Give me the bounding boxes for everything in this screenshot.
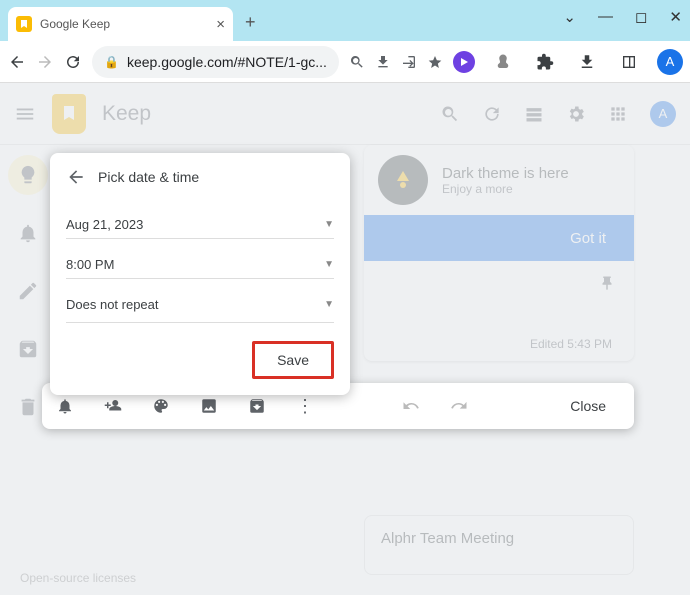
app-title: Keep xyxy=(102,102,151,126)
back-button[interactable] xyxy=(8,48,26,76)
more-icon[interactable]: ⋮ xyxy=(296,396,314,417)
redo-icon[interactable] xyxy=(450,397,468,415)
install-icon[interactable] xyxy=(375,48,391,76)
maximize-icon[interactable]: ◻ xyxy=(635,8,647,26)
minimize-icon[interactable]: — xyxy=(598,8,613,26)
remind-me-icon[interactable] xyxy=(56,397,74,415)
dropdown-arrow-icon: ▼ xyxy=(324,219,334,230)
repeat-value: Does not repeat xyxy=(66,297,159,312)
profile-avatar[interactable]: A xyxy=(657,49,683,75)
promo-subtitle: Enjoy a more xyxy=(442,182,569,196)
app-header: Keep A xyxy=(0,83,690,145)
date-value: Aug 21, 2023 xyxy=(66,217,143,232)
lock-icon: 🔒 xyxy=(104,55,119,69)
keep-logo xyxy=(52,94,86,134)
url-text: keep.google.com/#NOTE/1-gc... xyxy=(127,54,327,70)
tab-title: Google Keep xyxy=(40,17,216,31)
repeat-field[interactable]: Does not repeat ▼ xyxy=(66,289,334,318)
tab-close-icon[interactable]: × xyxy=(216,16,225,33)
promo-got-it-button[interactable]: Got it xyxy=(570,230,606,247)
note-title: Alphr Team Meeting xyxy=(381,530,617,547)
dropdown-arrow-icon: ▼ xyxy=(324,299,334,310)
media-play-icon[interactable] xyxy=(453,51,475,73)
background-options-icon[interactable] xyxy=(152,397,170,415)
search-icon[interactable] xyxy=(440,104,460,124)
list-view-icon[interactable] xyxy=(524,104,544,124)
window-dropdown-icon[interactable]: ⌄ xyxy=(563,8,576,26)
settings-icon[interactable] xyxy=(566,104,586,124)
share-icon[interactable] xyxy=(401,48,417,76)
nav-archive[interactable] xyxy=(8,329,48,369)
extension-icon-1[interactable] xyxy=(489,48,517,76)
dropdown-arrow-icon: ▼ xyxy=(324,259,334,270)
url-bar[interactable]: 🔒 keep.google.com/#NOTE/1-gc... xyxy=(92,46,339,78)
save-button[interactable]: Save xyxy=(252,341,334,379)
promo-card: Dark theme is here Enjoy a more Got it E… xyxy=(364,145,634,361)
reload-button[interactable] xyxy=(64,48,82,76)
refresh-icon[interactable] xyxy=(482,104,502,124)
url-search-icon[interactable] xyxy=(349,48,365,76)
browser-toolbar: 🔒 keep.google.com/#NOTE/1-gc... A ⋮ xyxy=(0,41,690,83)
downloads-icon[interactable] xyxy=(573,48,601,76)
extensions-icon[interactable] xyxy=(531,48,559,76)
promo-title: Dark theme is here xyxy=(442,165,569,182)
account-avatar[interactable]: A xyxy=(650,101,676,127)
pick-date-time-modal: Pick date & time Aug 21, 2023 ▼ 8:00 PM … xyxy=(50,153,350,395)
collaborator-icon[interactable] xyxy=(104,397,122,415)
menu-icon[interactable] xyxy=(14,103,36,125)
licenses-link[interactable]: Open-source licenses xyxy=(20,571,136,585)
edited-timestamp: Edited 5:43 PM xyxy=(530,337,612,351)
apps-icon[interactable] xyxy=(608,104,628,124)
close-window-icon[interactable]: ✕ xyxy=(669,8,682,26)
back-arrow-icon[interactable] xyxy=(66,167,86,187)
forward-button[interactable] xyxy=(36,48,54,76)
promo-image xyxy=(378,155,428,205)
archive-icon[interactable] xyxy=(248,397,266,415)
browser-tab[interactable]: Google Keep × xyxy=(8,7,233,41)
bookmark-icon[interactable] xyxy=(427,48,443,76)
date-field[interactable]: Aug 21, 2023 ▼ xyxy=(66,209,334,239)
new-tab-button[interactable]: + xyxy=(245,12,256,33)
modal-title: Pick date & time xyxy=(98,169,199,185)
add-image-icon[interactable] xyxy=(200,397,218,415)
undo-icon[interactable] xyxy=(402,397,420,415)
time-field[interactable]: 8:00 PM ▼ xyxy=(66,249,334,279)
window-controls: ⌄ — ◻ ✕ xyxy=(563,8,682,26)
time-value: 8:00 PM xyxy=(66,257,114,272)
nav-edit-labels[interactable] xyxy=(8,271,48,311)
nav-reminders[interactable] xyxy=(8,213,48,253)
sidepanel-icon[interactable] xyxy=(615,48,643,76)
browser-tab-strip: Google Keep × + ⌄ — ◻ ✕ xyxy=(0,0,690,41)
pin-icon[interactable] xyxy=(598,275,616,293)
nav-notes[interactable] xyxy=(8,155,48,195)
close-button[interactable]: Close xyxy=(556,392,620,420)
note-card[interactable]: Alphr Team Meeting xyxy=(364,515,634,575)
tab-favicon xyxy=(16,16,32,32)
